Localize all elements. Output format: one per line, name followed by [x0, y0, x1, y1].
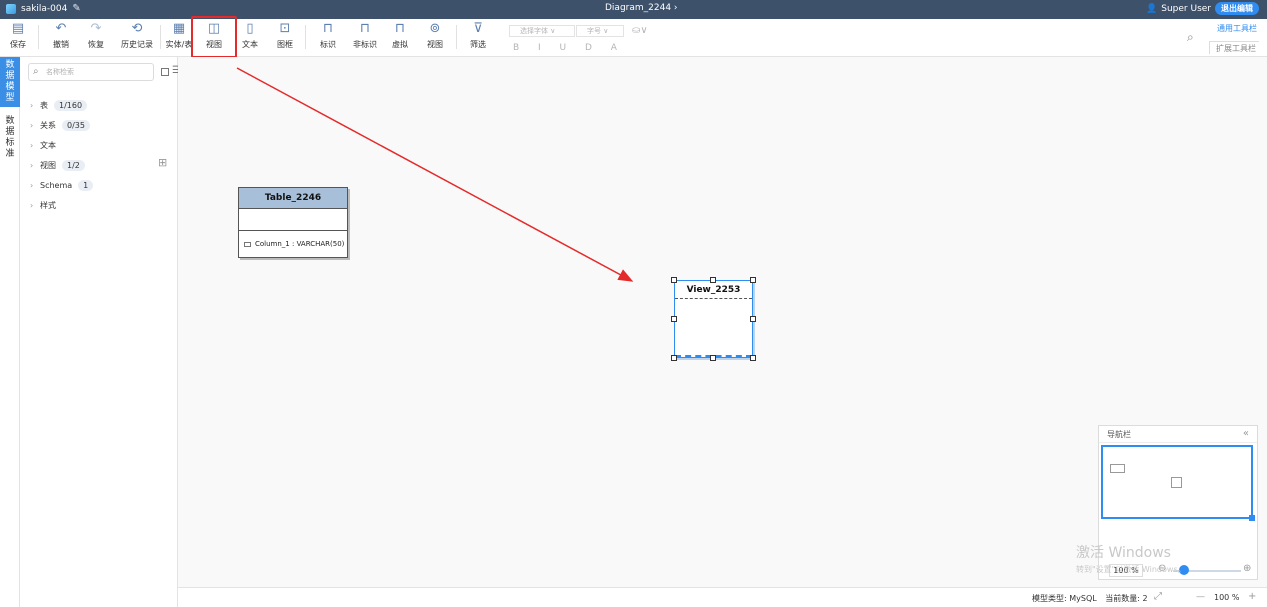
- zoom-in-icon[interactable]: ⊕: [1243, 563, 1251, 574]
- entity-title: Table_2246: [239, 188, 347, 209]
- windows-activation-watermark: 激活 Windows 转到"设置"以激活 Windows。: [1076, 542, 1186, 575]
- resize-handle[interactable]: [710, 277, 716, 283]
- view-title: View_2253: [675, 281, 752, 299]
- fit-screen-icon[interactable]: ⤢: [1154, 591, 1162, 602]
- view-entity[interactable]: View_2253: [674, 280, 753, 358]
- watermark-line2: 转到"设置"以激活 Windows。: [1076, 565, 1186, 574]
- resize-handle[interactable]: [710, 355, 716, 361]
- status-bar: 模型类型: MySQL 当前数量: 2 ⤢ — 100 % +: [178, 587, 1267, 607]
- model-info: 模型类型: MySQL 当前数量: 2: [1032, 593, 1148, 604]
- resize-handle[interactable]: [671, 316, 677, 322]
- resize-handle[interactable]: [750, 316, 756, 322]
- navigator-title: 导航栏: [1099, 426, 1257, 443]
- entity-table[interactable]: Table_2246 Column_1 : VARCHAR(50): [238, 187, 348, 258]
- column-icon: [244, 241, 251, 247]
- navigator-viewport[interactable]: [1101, 445, 1255, 521]
- viewport-resize-handle[interactable]: [1249, 515, 1255, 521]
- resize-handle[interactable]: [750, 355, 756, 361]
- collapse-icon[interactable]: «: [1243, 428, 1249, 439]
- minimap-table: [1110, 464, 1125, 473]
- entity-key-section: [239, 209, 347, 231]
- zoom-in-icon[interactable]: +: [1248, 591, 1256, 602]
- resize-handle[interactable]: [671, 355, 677, 361]
- column-text: Column_1 : VARCHAR(50): [255, 240, 345, 248]
- minimap-view: [1171, 477, 1182, 488]
- current-count: 当前数量: 2: [1105, 594, 1148, 603]
- resize-handle[interactable]: [750, 277, 756, 283]
- model-type: 模型类型: MySQL: [1032, 594, 1097, 603]
- annotation-arrow: [236, 67, 634, 282]
- zoom-level[interactable]: 100 %: [1214, 593, 1239, 602]
- watermark-line1: 激活 Windows: [1076, 545, 1171, 561]
- zoom-out-icon[interactable]: —: [1196, 592, 1205, 602]
- entity-column[interactable]: Column_1 : VARCHAR(50): [239, 231, 347, 257]
- resize-handle[interactable]: [671, 277, 677, 283]
